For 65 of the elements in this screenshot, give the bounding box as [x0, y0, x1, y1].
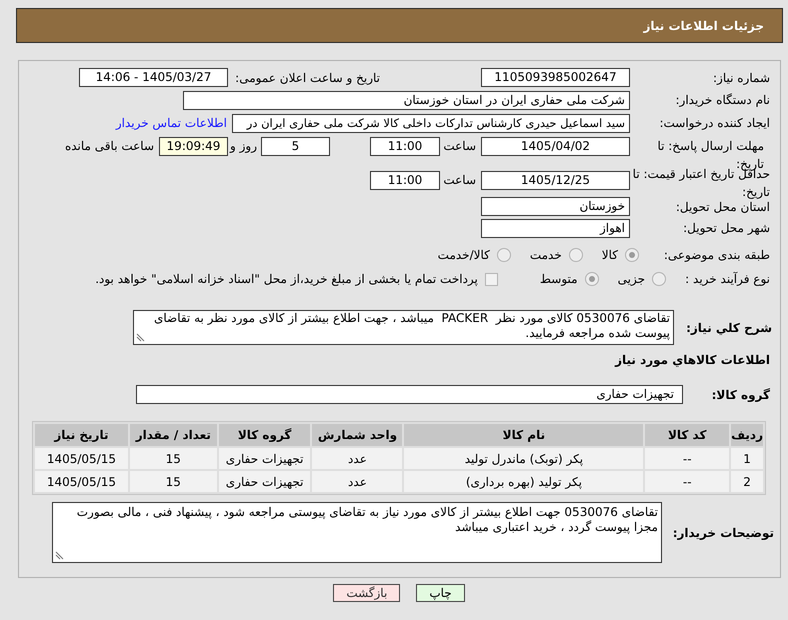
column-header: تاریخ نیاز [35, 424, 128, 446]
radio-option[interactable]: کالا/خدمت [438, 246, 511, 264]
table-cell: 1 [731, 448, 763, 469]
time-label: ساعت [443, 173, 476, 187]
province-field[interactable]: خوزستان [481, 197, 630, 216]
need-number-field[interactable]: 1105093985002647 [481, 68, 630, 87]
field-label: تاریخ و ساعت اعلان عمومی: [235, 70, 380, 84]
table-cell: 1405/05/15 [35, 448, 128, 469]
table-cell: 15 [130, 448, 217, 469]
field-label: شرح کلي نياز: [686, 320, 772, 334]
remaining-label: ساعت باقی مانده [64, 139, 154, 153]
field-label: توضیحات خریدار: [672, 526, 774, 540]
table-cell: -- [645, 448, 730, 469]
field-label: حداقل تاریخ اعتبار قیمت: تا تاریخ: [632, 167, 770, 199]
table-cell: عدد [312, 471, 402, 492]
buyer-org-field[interactable]: شرکت ملی حفاری ایران در استان خوزستان [183, 90, 630, 110]
announcement-date-field[interactable]: 1405/03/27 - 14:06 [79, 68, 228, 87]
days-label: روز و [230, 139, 257, 153]
radio-option[interactable]: خدمت [530, 246, 583, 264]
table-cell: تجهیزات حفاری [218, 448, 310, 469]
column-header: گروه کالا [218, 424, 310, 446]
contact-link[interactable]: اطلاعات تماس خریدار [116, 114, 227, 132]
days-field[interactable]: 5 [261, 137, 330, 156]
requester-field[interactable]: سید اسماعیل حیدری کارشناس تدارکات داخلی کالا شرکت ملی حفاری ایران در [232, 114, 630, 132]
field-label: ایجاد کننده درخواست: [659, 116, 770, 130]
table-cell: عدد [312, 448, 402, 469]
field-label: شماره نیاز: [713, 70, 770, 84]
resize-grip-icon[interactable] [55, 551, 64, 560]
goods-group-field[interactable]: تجهیزات حفاری [136, 385, 683, 404]
table-cell: -- [645, 471, 730, 492]
table-cell: پکر تولید (بهره برداری) [404, 471, 644, 492]
section-heading: اطلاعات کالاهاي مورد نياز [615, 352, 770, 369]
treasury-checkbox-option[interactable]: پرداخت تمام یا بخشی از مبلغ خرید،از محل "اسناد خزانه اسلامی" خواهد بود. [95, 270, 498, 288]
table-cell: 2 [731, 471, 763, 492]
resize-grip-icon[interactable] [136, 333, 145, 342]
column-header: ردیف [731, 424, 763, 446]
date-field[interactable]: 1405/12/25 [481, 171, 630, 190]
column-header: نام کالا [404, 424, 644, 446]
table-cell: تجهیزات حفاری [218, 471, 310, 492]
time-field[interactable]: 11:00 [370, 137, 440, 156]
table-cell: 1405/05/15 [35, 471, 128, 492]
page-title: جزئیات اطلاعات نیاز [643, 18, 764, 34]
time-label: ساعت [443, 139, 476, 153]
description-textarea[interactable]: تقاضای 0530076 کالای مورد نظر PACKER میباشد ، جهت اطلاع بیشتر از کالای مورد نظر به تقاضای پیوست شده مراجعه فرمایید. [133, 310, 674, 345]
column-header: تعداد / مقدار [130, 424, 217, 446]
table-cell: 15 [130, 471, 217, 492]
column-header: واحد شمارش [312, 424, 402, 446]
print-button[interactable]: چاپ [416, 584, 465, 602]
column-header: کد کالا [645, 424, 730, 446]
remaining-time-field[interactable]: 19:09:49 [159, 137, 228, 156]
table-cell: پکر (توبک) ماندرل تولید [404, 448, 644, 469]
buyer-notes-textarea[interactable]: تقاضای 0530076 جهت اطلاع بیشتر از کالای مورد نیاز به تقاضای پیوستی مراجعه شود ، پیشنهاد فنی ، مالی بصورت مجزا پیوست گردد ، خرید اعتباری میباشد [52, 502, 662, 563]
date-field[interactable]: 1405/04/02 [481, 137, 630, 156]
field-label: نام دستگاه خریدار: [676, 93, 770, 107]
time-field[interactable]: 11:00 [370, 171, 440, 190]
field-label: نوع فرآیند خرید : [685, 272, 770, 286]
back-button[interactable]: بازگشت [333, 584, 400, 602]
city-field[interactable]: اهواز [481, 218, 630, 238]
field-label: استان محل تحویل: [676, 200, 770, 214]
radio-option[interactable]: متوسط [540, 270, 599, 288]
field-label: گروه کالا: [712, 388, 770, 402]
radio-option[interactable]: کالا [602, 246, 639, 264]
field-label: شهر محل تحویل: [683, 221, 770, 235]
radio-option[interactable]: جزیی [618, 270, 666, 288]
field-label: طبقه بندی موضوعی: [664, 248, 770, 262]
